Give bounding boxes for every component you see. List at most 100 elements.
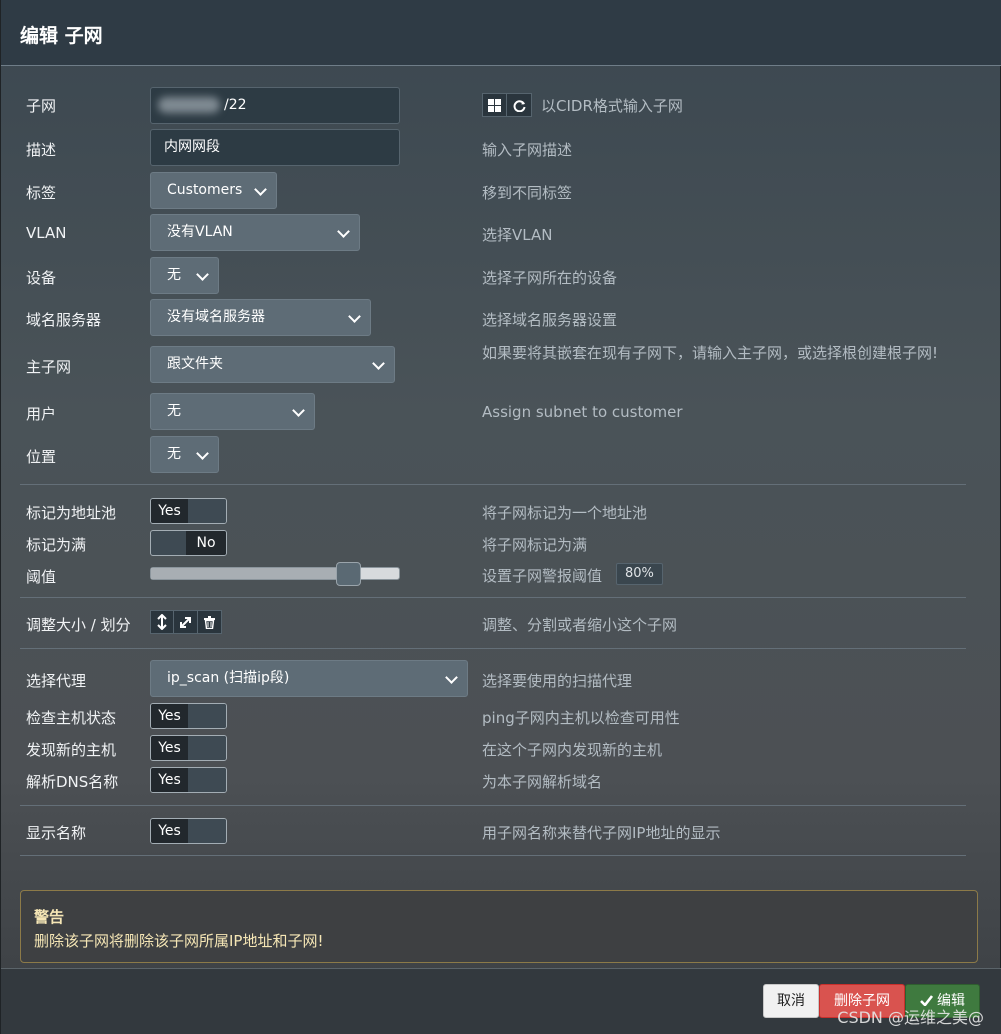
resolve-dns-hint: 为本子网解析域名 bbox=[482, 773, 603, 791]
threshold-slider-handle[interactable] bbox=[336, 562, 361, 586]
toggle-track bbox=[188, 499, 226, 523]
discover-label: 发现新的主机 bbox=[26, 741, 117, 759]
redacted-value bbox=[158, 97, 220, 113]
toggle-yes: Yes bbox=[151, 819, 188, 843]
agent-label: 选择代理 bbox=[26, 672, 87, 690]
resolve-dns-label: 解析DNS名称 bbox=[26, 773, 119, 791]
device-label: 设备 bbox=[26, 269, 57, 287]
cancel-button[interactable]: 取消 bbox=[763, 984, 819, 1018]
section-select[interactable]: Customers bbox=[150, 172, 277, 209]
full-label: 标记为满 bbox=[26, 536, 87, 554]
location-select[interactable]: 无 bbox=[150, 436, 219, 473]
resize-icon[interactable] bbox=[150, 610, 174, 634]
section-value: Customers bbox=[167, 182, 243, 198]
device-value: 无 bbox=[167, 267, 181, 283]
location-label: 位置 bbox=[26, 448, 57, 466]
chevron-down-icon bbox=[348, 310, 361, 323]
grid-icon[interactable] bbox=[482, 93, 507, 117]
toggle-track bbox=[188, 736, 226, 760]
agent-value: ip_scan (扫描ip段) bbox=[167, 670, 290, 686]
toggle-track bbox=[188, 819, 226, 843]
master-subnet-select[interactable]: 跟文件夹 bbox=[150, 346, 395, 383]
master-subnet-value: 跟文件夹 bbox=[167, 356, 223, 372]
toggle-track bbox=[188, 704, 226, 728]
chevron-down-icon bbox=[337, 225, 350, 238]
nameserver-label: 域名服务器 bbox=[26, 311, 102, 329]
resolve-dns-toggle[interactable]: Yes bbox=[150, 767, 227, 793]
chevron-down-icon bbox=[196, 447, 209, 460]
refresh-icon[interactable] bbox=[507, 93, 532, 117]
customer-label: 用户 bbox=[26, 405, 57, 423]
vlan-hint: 选择VLAN bbox=[482, 226, 553, 244]
master-subnet-label: 主子网 bbox=[26, 358, 72, 376]
vlan-label: VLAN bbox=[26, 224, 67, 242]
divider bbox=[20, 597, 966, 598]
pool-toggle[interactable]: Yes bbox=[150, 498, 227, 524]
full-hint: 将子网标记为满 bbox=[482, 536, 588, 554]
show-name-label: 显示名称 bbox=[26, 824, 87, 842]
chevron-down-icon bbox=[292, 404, 305, 417]
show-name-hint: 用子网名称来替代子网IP地址的显示 bbox=[482, 824, 721, 842]
threshold-slider-track[interactable] bbox=[150, 567, 400, 580]
chevron-down-icon bbox=[372, 357, 385, 370]
trash-icon[interactable] bbox=[198, 610, 222, 634]
agent-select[interactable]: ip_scan (扫描ip段) bbox=[150, 660, 468, 697]
subnet-hint: 以CIDR格式输入子网 bbox=[541, 97, 683, 115]
edit-subnet-dialog: 编辑 子网 子网 /22 以CIDR格式输入子网 描述 内网网段 输入子网描述 … bbox=[0, 0, 1001, 1034]
threshold-label: 阈值 bbox=[26, 568, 57, 586]
threshold-hint: 设置子网警报阈值 bbox=[482, 567, 603, 585]
threshold-percent-badge: 80% bbox=[616, 563, 663, 585]
toggle-yes: Yes bbox=[151, 499, 188, 523]
ping-check-toggle[interactable]: Yes bbox=[150, 703, 227, 729]
warning-text: 删除该子网将删除该子网所属IP地址和子网! bbox=[34, 932, 324, 950]
device-hint: 选择子网所在的设备 bbox=[482, 269, 618, 287]
ping-check-hint: ping子网内主机以检查可用性 bbox=[482, 709, 680, 727]
warning-alert: 警告 删除该子网将删除该子网所属IP地址和子网! bbox=[20, 890, 978, 963]
toggle-yes: Yes bbox=[151, 768, 188, 792]
subnet-tools bbox=[482, 93, 532, 117]
pool-label: 标记为地址池 bbox=[26, 504, 117, 522]
section-hint: 移到不同标签 bbox=[482, 184, 573, 202]
divider bbox=[20, 855, 966, 856]
discover-toggle[interactable]: Yes bbox=[150, 735, 227, 761]
nameserver-hint: 选择域名服务器设置 bbox=[482, 311, 618, 329]
section-label: 标签 bbox=[26, 184, 57, 202]
subnet-value-suffix: /22 bbox=[224, 97, 247, 113]
nameserver-select[interactable]: 没有域名服务器 bbox=[150, 299, 371, 336]
subnet-label: 子网 bbox=[26, 97, 57, 115]
toggle-yes: Yes bbox=[151, 736, 188, 760]
full-toggle[interactable]: No bbox=[150, 530, 227, 556]
dialog-title: 编辑 子网 bbox=[20, 25, 103, 47]
device-select[interactable]: 无 bbox=[150, 257, 219, 294]
ping-check-label: 检查主机状态 bbox=[26, 709, 117, 727]
description-label: 描述 bbox=[26, 141, 57, 159]
threshold-slider-fill bbox=[151, 568, 349, 579]
toggle-track bbox=[188, 768, 226, 792]
chevron-down-icon bbox=[254, 183, 267, 196]
customer-hint: Assign subnet to customer bbox=[482, 403, 683, 421]
resize-tools bbox=[150, 610, 222, 634]
subnet-input[interactable]: /22 bbox=[150, 87, 400, 124]
nameserver-value: 没有域名服务器 bbox=[167, 309, 265, 325]
expand-icon[interactable] bbox=[174, 610, 198, 634]
chevron-down-icon bbox=[196, 268, 209, 281]
divider bbox=[20, 805, 966, 806]
discover-hint: 在这个子网内发现新的主机 bbox=[482, 741, 663, 759]
description-hint: 输入子网描述 bbox=[482, 141, 573, 159]
chevron-down-icon bbox=[445, 671, 458, 684]
vlan-value: 没有VLAN bbox=[167, 224, 233, 240]
vlan-select[interactable]: 没有VLAN bbox=[150, 214, 360, 251]
description-input[interactable]: 内网网段 bbox=[150, 129, 400, 166]
resize-label: 调整大小 / 划分 bbox=[26, 616, 131, 634]
warning-title: 警告 bbox=[34, 908, 65, 926]
customer-value: 无 bbox=[167, 403, 181, 419]
toggle-yes: Yes bbox=[151, 704, 188, 728]
master-subnet-hint: 如果要将其嵌套在现有子网下，请输入主子网，或选择根创建根子网! bbox=[482, 344, 939, 362]
watermark: CSDN @运维之美@ bbox=[837, 1008, 984, 1027]
show-name-toggle[interactable]: Yes bbox=[150, 818, 227, 844]
customer-select[interactable]: 无 bbox=[150, 393, 315, 430]
location-value: 无 bbox=[167, 446, 181, 462]
agent-hint: 选择要使用的扫描代理 bbox=[482, 672, 633, 690]
resize-hint: 调整、分割或者缩小这个子网 bbox=[482, 616, 678, 634]
dialog-header: 编辑 子网 bbox=[1, 0, 1001, 66]
